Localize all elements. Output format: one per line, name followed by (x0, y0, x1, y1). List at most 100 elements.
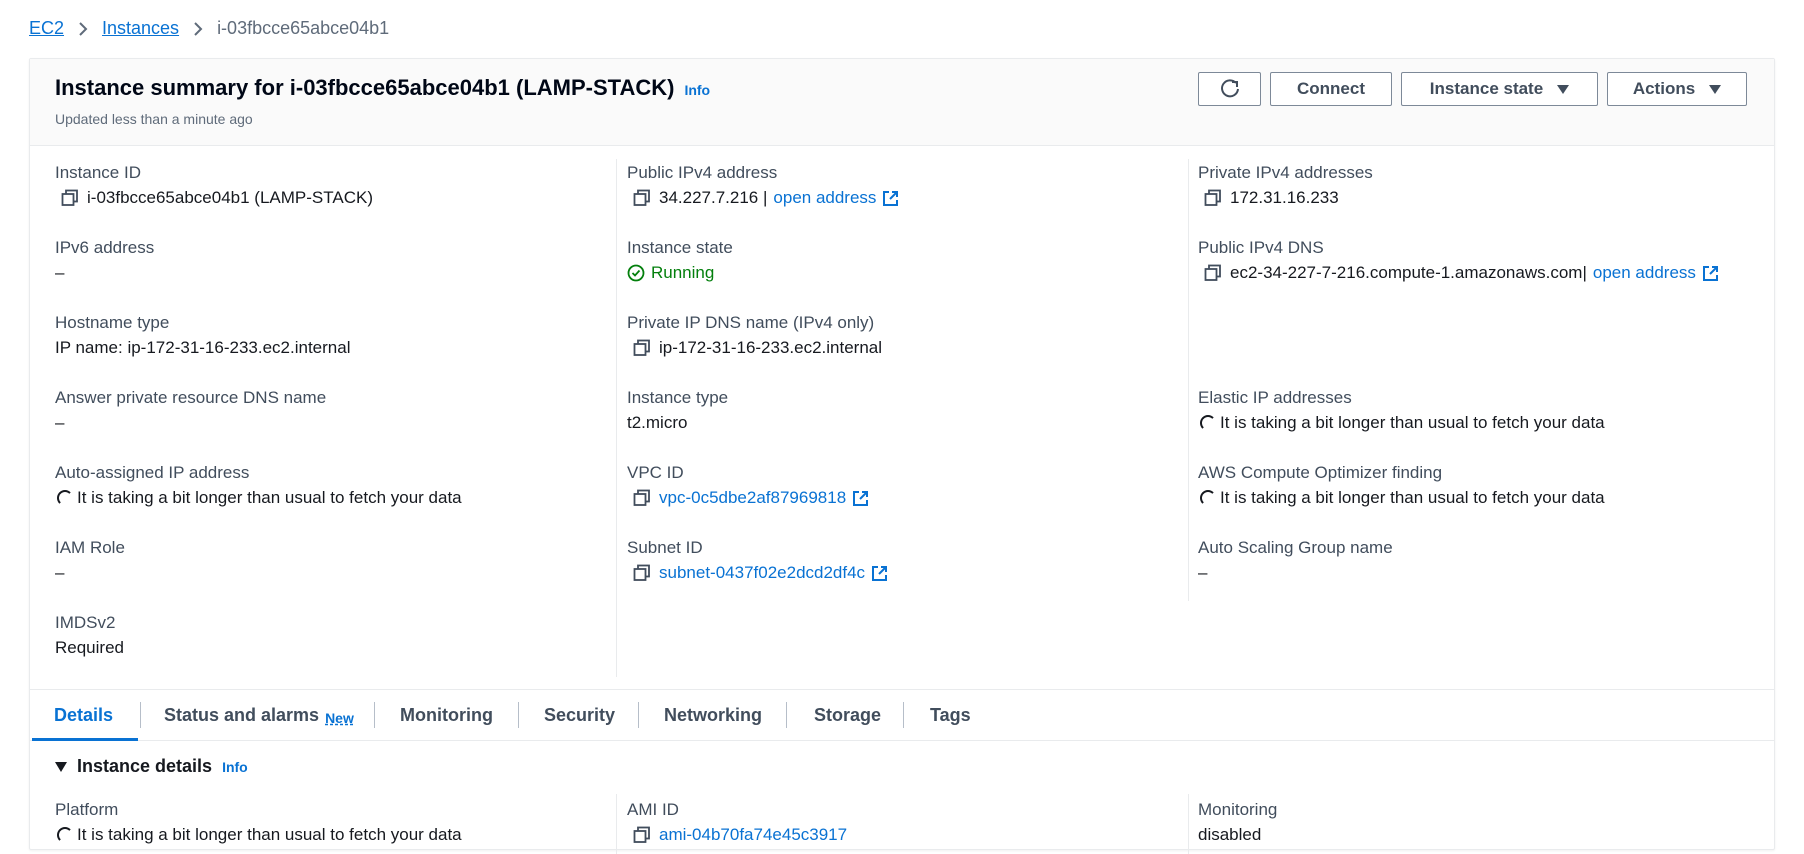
external-link-icon[interactable] (882, 190, 899, 207)
caret-down-icon (55, 761, 67, 772)
refresh-button[interactable] (1198, 72, 1261, 106)
value-private-ipv4: 172.31.16.233 (1204, 188, 1339, 208)
label-compute-optimizer: AWS Compute Optimizer finding (1198, 463, 1443, 482)
external-link-icon[interactable] (1702, 265, 1719, 282)
label-private-ipv4: Private IPv4 addresses (1198, 163, 1373, 182)
chevron-right-icon (78, 21, 88, 37)
label-instance-state: Instance state (627, 238, 733, 257)
label-hostname-type: Hostname type (55, 313, 170, 332)
external-link-icon[interactable] (871, 565, 888, 582)
tab-tags[interactable]: Tags (930, 690, 971, 740)
page-title-text: Instance summary for i-03fbcce65abce04b1… (55, 75, 675, 100)
instance-state-text: Running (651, 263, 715, 282)
chevron-right-icon (193, 21, 203, 37)
refresh-icon (1220, 79, 1239, 98)
label-subnet-id: Subnet ID (627, 538, 703, 557)
value-elastic-ip: It is taking a bit longer than usual to … (1200, 413, 1605, 433)
label-private-ip-dns: Private IP DNS name (IPv4 only) (627, 313, 875, 332)
tab-security[interactable]: Security (544, 690, 615, 740)
public-ipv4-dns-text: ec2-34-227-7-216.compute-1.amazonaws.com… (1230, 263, 1587, 282)
loading-spinner-icon (57, 827, 73, 843)
value-imdsv2: Required (55, 638, 124, 657)
label-monitoring: Monitoring (1198, 800, 1278, 819)
value-public-ipv4: 34.227.7.216 | open address (633, 188, 899, 208)
copy-icon[interactable] (633, 564, 651, 582)
value-compute-optimizer: It is taking a bit longer than usual to … (1200, 488, 1605, 508)
value-ami-id: ami-04b70fa74e45c3917 (633, 825, 847, 845)
value-asg-name: – (1198, 563, 1208, 582)
tab-monitoring[interactable]: Monitoring (400, 690, 493, 740)
copy-icon[interactable] (633, 826, 651, 844)
ami-id-link[interactable]: ami-04b70fa74e45c3917 (659, 825, 847, 845)
tab-separator (786, 702, 787, 728)
open-address-link[interactable]: open address (773, 188, 876, 208)
label-ipv6: IPv6 address (55, 238, 155, 257)
label-vpc-id: VPC ID (627, 463, 684, 482)
active-tab-indicator (32, 738, 138, 741)
actions-label: Actions (1632, 79, 1696, 98)
label-public-ipv4-dns: Public IPv4 DNS (1198, 238, 1324, 257)
instance-state-button[interactable]: Instance state (1401, 72, 1598, 106)
breadcrumb-current: i-03fbcce65abce04b1 (217, 18, 390, 38)
check-circle-icon (627, 264, 645, 282)
label-platform: Platform (55, 800, 119, 819)
tab-separator (374, 702, 375, 728)
private-ipv4-text: 172.31.16.233 (1230, 188, 1339, 207)
copy-icon[interactable] (633, 189, 651, 207)
value-ipv6: – (55, 263, 65, 282)
loading-text: It is taking a bit longer than usual to … (77, 825, 462, 844)
panel-header: Instance summary for i-03fbcce65abce04b1… (30, 59, 1774, 146)
tab-separator (638, 702, 639, 728)
tab-separator (140, 702, 141, 728)
label-elastic-ip: Elastic IP addresses (1198, 388, 1352, 407)
label-instance-type: Instance type (627, 388, 729, 407)
connect-button[interactable]: Connect (1270, 72, 1392, 106)
label-ami-id: AMI ID (627, 800, 679, 819)
loading-spinner-icon (1200, 415, 1216, 431)
private-ip-dns-text: ip-172-31-16-233.ec2.internal (659, 338, 883, 357)
value-platform: It is taking a bit longer than usual to … (57, 825, 462, 845)
column-divider (616, 159, 617, 677)
loading-text: It is taking a bit longer than usual to … (1220, 413, 1605, 432)
tab-details[interactable]: Details (54, 690, 113, 740)
breadcrumb-instances-link[interactable]: Instances (102, 18, 179, 39)
actions-button[interactable]: Actions (1607, 72, 1747, 106)
open-address-link[interactable]: open address (1593, 263, 1696, 283)
copy-icon[interactable] (633, 489, 651, 507)
copy-icon[interactable] (61, 189, 79, 207)
label-answer-dns: Answer private resource DNS name (55, 388, 327, 407)
value-hostname-type: IP name: ip-172-31-16-233.ec2.internal (55, 338, 351, 357)
value-instance-id: i-03fbcce65abce04b1 (LAMP-STACK) (61, 188, 373, 208)
public-ipv4-text: 34.227.7.216 | (659, 188, 768, 207)
column-divider (1188, 794, 1189, 854)
value-auto-assigned-ip: It is taking a bit longer than usual to … (57, 488, 462, 508)
value-public-ipv4-dns: ec2-34-227-7-216.compute-1.amazonaws.com… (1204, 263, 1719, 283)
tab-networking[interactable]: Networking (664, 690, 762, 740)
value-private-ip-dns: ip-172-31-16-233.ec2.internal (633, 338, 882, 358)
caret-down-icon (1557, 84, 1570, 94)
page-title: Instance summary for i-03fbcce65abce04b1… (55, 75, 710, 101)
vpc-id-link[interactable]: vpc-0c5dbe2af87969818 (659, 488, 846, 508)
copy-icon[interactable] (1204, 189, 1222, 207)
instance-state-label: Instance state (1429, 79, 1544, 98)
external-link-icon[interactable] (852, 490, 869, 507)
new-badge: New (325, 710, 354, 726)
value-monitoring: disabled (1198, 825, 1262, 844)
info-link[interactable]: Info (684, 82, 710, 98)
column-divider (616, 794, 617, 854)
value-instance-state: Running (627, 263, 714, 283)
label-asg-name: Auto Scaling Group name (1198, 538, 1393, 557)
tab-storage[interactable]: Storage (814, 690, 881, 740)
tab-status-and-alarms[interactable]: Status and alarms New (164, 690, 354, 740)
copy-icon[interactable] (633, 339, 651, 357)
copy-icon[interactable] (1204, 264, 1222, 282)
subnet-id-link[interactable]: subnet-0437f02e2dcd2df4c (659, 563, 865, 583)
caret-down-icon (1709, 84, 1722, 94)
breadcrumb-ec2-link[interactable]: EC2 (29, 18, 64, 39)
tab-bar: Details Status and alarms New Monitoring … (30, 689, 1774, 741)
value-instance-type: t2.micro (627, 413, 688, 432)
tab-separator (903, 702, 904, 728)
info-link[interactable]: Info (222, 759, 248, 775)
instance-details-toggle[interactable]: Instance details Info (55, 756, 248, 777)
value-vpc-id: vpc-0c5dbe2af87969818 (633, 488, 869, 508)
